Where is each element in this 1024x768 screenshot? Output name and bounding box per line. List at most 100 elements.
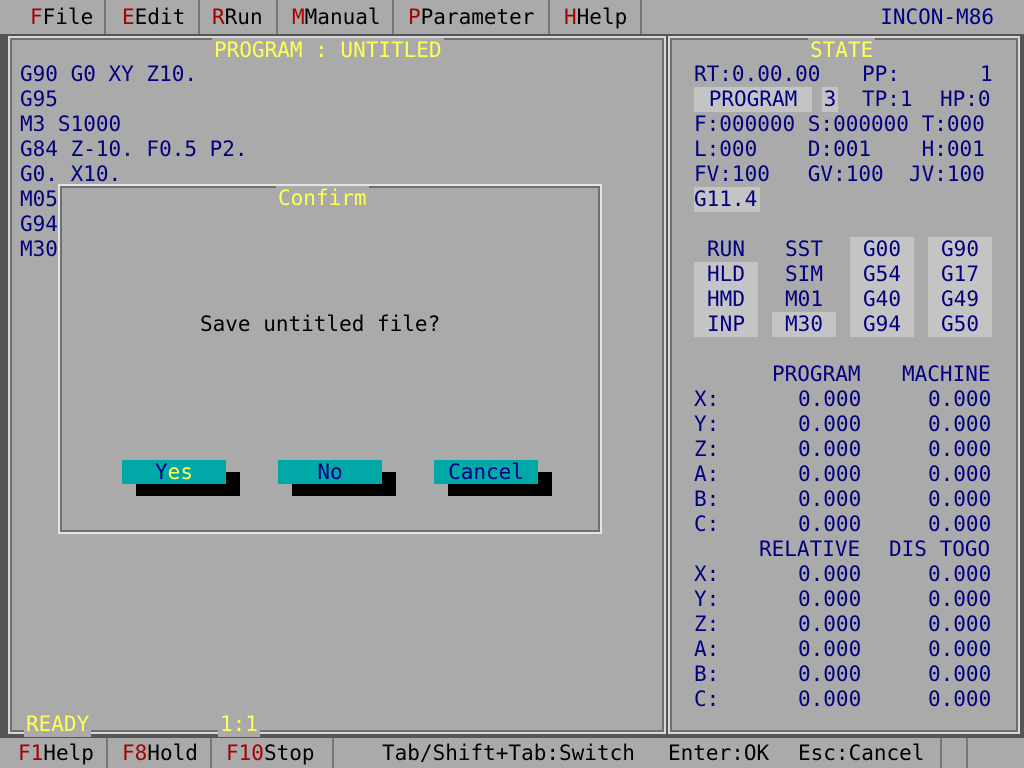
flag-sim: SIM [785, 262, 823, 286]
hint-cancel: Esc:Cancel [798, 741, 925, 765]
statusbar-divider [966, 738, 968, 768]
brand-label: INCON-M86 [880, 5, 994, 29]
distogo-coord-value: 0.000 [928, 662, 992, 686]
coord-axis-label: Y: [694, 587, 720, 611]
machine-coord-value: 0.000 [928, 412, 992, 436]
header-program: PROGRAM [772, 362, 861, 386]
code-line-4[interactable]: G84 Z-10. F0.5 P2. [20, 137, 248, 162]
gcode-g40: G40 [850, 287, 914, 312]
code-line-6[interactable]: M05 [20, 187, 58, 212]
f1-key: F1 [18, 741, 44, 765]
state-title: STATE [808, 38, 876, 63]
gcode-g17: G17 [928, 262, 992, 287]
menu-edit[interactable]: EEdit [106, 0, 200, 34]
pp-label: PP: [862, 62, 900, 86]
dialog-message: Save untitled file? [200, 312, 441, 336]
tp-readout: TP:1 [862, 87, 913, 111]
flag-sst: SST [785, 237, 823, 261]
coord-axis-label: C: [694, 687, 720, 711]
program-coord-value: 0.000 [798, 487, 862, 511]
cursor-position: 1:1 [218, 712, 260, 737]
cancel-button[interactable]: Cancel [434, 460, 538, 484]
pp-value: 1 [980, 62, 993, 86]
f1-label: Help [43, 741, 94, 765]
flag-run: RUN [707, 237, 745, 261]
runtime-readout: RT:0.00.00 [694, 62, 821, 86]
f1-help-key[interactable]: F1Help [0, 738, 108, 768]
yes-button[interactable]: Yes [122, 460, 226, 484]
f8-key: F8 [122, 741, 148, 765]
status-bar: F1Help F8Hold F10Stop Tab/Shift+Tab:Swit… [0, 738, 1024, 768]
header-machine: MACHINE [902, 362, 991, 386]
menu-edit-label: Edit [134, 5, 186, 29]
flag-hld: HLD [694, 262, 758, 287]
flag-m30: M30 [772, 312, 836, 337]
distogo-coord-value: 0.000 [928, 562, 992, 586]
menu-parameter[interactable]: PParameter [394, 0, 550, 34]
menu-edit-hotkey: E [122, 5, 135, 29]
program-coord-value: 0.000 [798, 387, 862, 411]
relative-coord-value: 0.000 [798, 562, 862, 586]
menu-help-hotkey: H [564, 5, 577, 29]
menu-parameter-label: Parameter [420, 5, 535, 29]
machine-coord-value: 0.000 [928, 437, 992, 461]
code-line-2[interactable]: G95 [20, 87, 58, 112]
f8-hold-key[interactable]: F8Hold [108, 738, 212, 768]
yes-label: es [167, 460, 193, 484]
hint-switch: Tab/Shift+Tab:Switch [382, 741, 635, 765]
code-line-8[interactable]: M30 [20, 237, 58, 262]
coord-axis-label: B: [694, 487, 720, 511]
menu-file[interactable]: FFile [0, 0, 106, 34]
menu-manual-label: Manual [304, 5, 381, 29]
state-panel: STATE RT:0.00.00 PP: 1 PROGRAM 3 TP:1 HP… [668, 36, 1020, 734]
program-coord-value: 0.000 [798, 412, 862, 436]
relative-coord-value: 0.000 [798, 637, 862, 661]
menu-run[interactable]: RRun [200, 0, 278, 34]
gcode-g94: G94 [850, 312, 914, 337]
gcode-g50: G50 [928, 312, 992, 337]
flag-inp: INP [694, 312, 758, 337]
code-line-1[interactable]: G90 G0 XY Z10. [20, 62, 197, 87]
machine-coord-value: 0.000 [928, 462, 992, 486]
flag-hmd: HMD [694, 287, 758, 312]
distogo-coord-value: 0.000 [928, 587, 992, 611]
relative-coord-value: 0.000 [798, 687, 862, 711]
program-coord-value: 0.000 [798, 462, 862, 486]
f10-key: F10 [226, 741, 264, 765]
menu-run-hotkey: R [212, 5, 225, 29]
gcode-g00: G00 [850, 237, 914, 262]
relative-coord-value: 0.000 [798, 612, 862, 636]
distogo-coord-value: 0.000 [928, 687, 992, 711]
active-gcode: G11.4 [694, 187, 760, 212]
code-line-7[interactable]: G94 [20, 212, 58, 237]
relative-coord-value: 0.000 [798, 587, 862, 611]
menu-parameter-hotkey: P [408, 5, 421, 29]
no-button[interactable]: No [278, 460, 382, 484]
confirm-dialog: Confirm Save untitled file? Yes No Cance… [58, 184, 602, 534]
distogo-coord-value: 0.000 [928, 612, 992, 636]
coord-axis-label: Y: [694, 412, 720, 436]
code-line-3[interactable]: M3 S1000 [20, 112, 121, 137]
ldh-readout: L:000 D:001 H:001 [694, 137, 985, 161]
machine-coord-value: 0.000 [928, 387, 992, 411]
menu-bar: FFile EEdit RRun MManual PParameter HHel… [0, 0, 1024, 34]
header-dis-togo: DIS TOGO [889, 537, 991, 561]
menu-help[interactable]: HHelp [550, 0, 642, 34]
coord-axis-label: A: [694, 462, 720, 486]
gcode-g90: G90 [928, 237, 992, 262]
coord-axis-label: A: [694, 637, 720, 661]
coord-axis-label: B: [694, 662, 720, 686]
hint-ok: Enter:OK [668, 741, 770, 765]
gcode-g49: G49 [928, 287, 992, 312]
fst-readout: F:000000 S:000000 T:000 [694, 112, 985, 136]
menu-help-label: Help [576, 5, 628, 29]
coord-axis-label: X: [694, 562, 720, 586]
mode-indicator: PROGRAM [694, 87, 812, 112]
f10-stop-key[interactable]: F10Stop [212, 738, 334, 768]
statusbar-divider [940, 738, 942, 768]
yes-hotkey: Y [155, 460, 168, 484]
menu-manual[interactable]: MManual [278, 0, 394, 34]
feed-override-readout: FV:100 GV:100 JV:100 [694, 162, 985, 186]
ready-status: READY [24, 712, 92, 737]
menu-manual-hotkey: M [292, 5, 305, 29]
